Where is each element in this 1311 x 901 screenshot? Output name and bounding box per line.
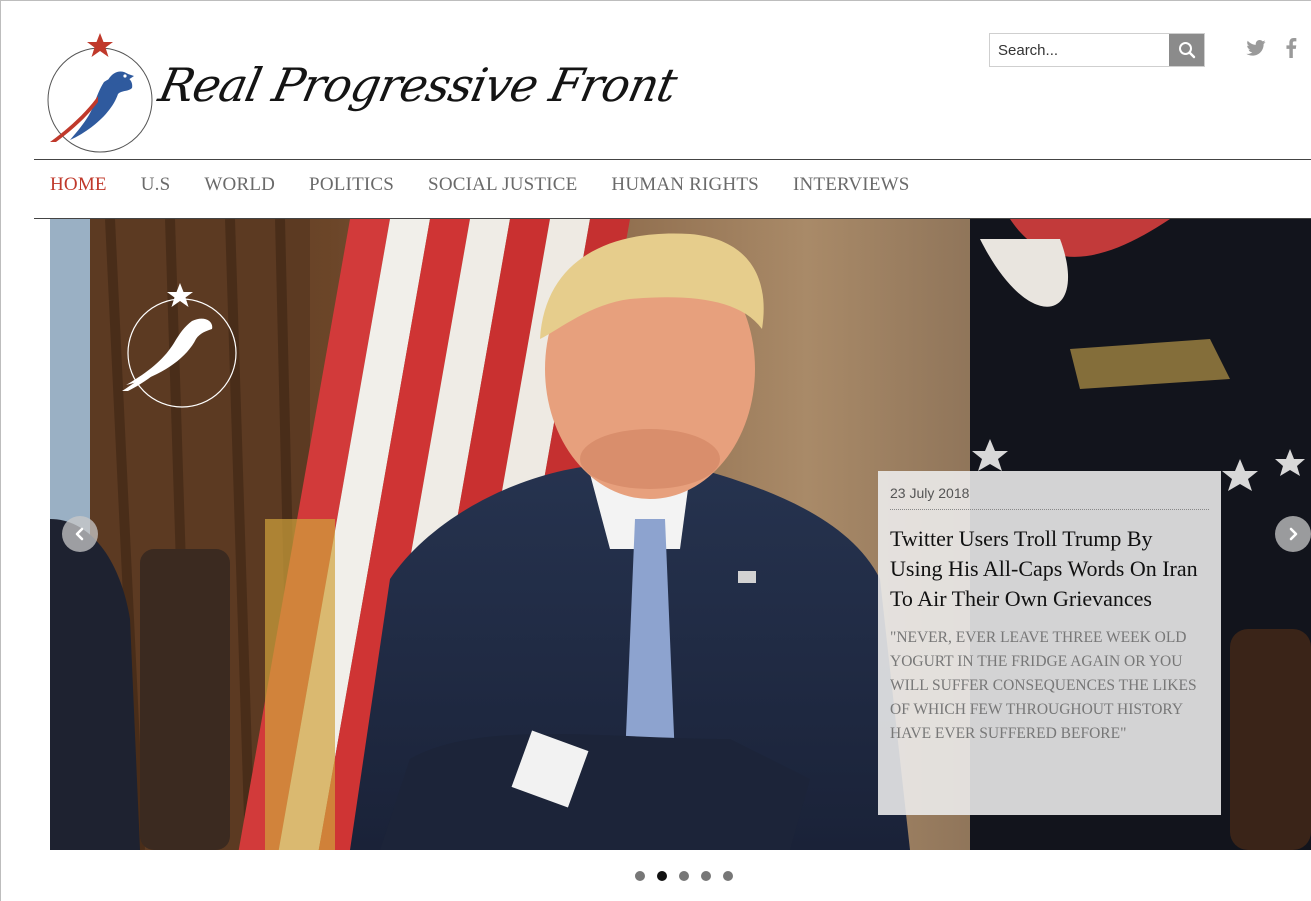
search-button[interactable] [1169, 34, 1204, 66]
nav-item-interviews[interactable]: INTERVIEWS [793, 174, 910, 196]
slider-dot-active[interactable] [657, 871, 667, 881]
facebook-link[interactable] [1280, 36, 1302, 60]
slider-dot[interactable] [701, 871, 711, 881]
header-divider [34, 159, 1311, 160]
facebook-icon [1286, 38, 1297, 58]
nav-item-home[interactable]: HOME [50, 174, 107, 196]
logo-star-icon [87, 33, 113, 57]
hero-slider[interactable]: 23 July 2018 Twitter Users Troll Trump B… [50, 219, 1311, 850]
twitter-link[interactable] [1245, 36, 1267, 60]
twitter-icon [1246, 40, 1266, 56]
wordmark-text: Real Progressive Front [154, 58, 682, 112]
slider-next-button[interactable] [1275, 516, 1311, 552]
chevron-left-icon [75, 527, 84, 541]
caption-excerpt: "NEVER, EVER LEAVE THREE WEEK OLD YOGURT… [890, 629, 1197, 742]
caption-date: 23 July 2018 [890, 485, 1209, 510]
slider-prev-button[interactable] [62, 516, 98, 552]
search-input[interactable] [990, 34, 1170, 66]
slider-dot[interactable] [635, 871, 645, 881]
search-icon [1178, 42, 1195, 59]
search-box [989, 33, 1205, 67]
main-nav: HOME U.S WORLD POLITICS SOCIAL JUSTICE H… [50, 174, 944, 196]
slider-dot[interactable] [679, 871, 689, 881]
watermark-star-icon [167, 283, 193, 307]
slide-caption: 23 July 2018 Twitter Users Troll Trump B… [878, 471, 1221, 815]
caption-title[interactable]: Twitter Users Troll Trump By Using His A… [890, 524, 1209, 614]
nav-item-world[interactable]: WORLD [204, 174, 275, 196]
site-wordmark[interactable]: Real Progressive Front [154, 58, 681, 138]
chevron-right-icon [1289, 527, 1298, 541]
nav-item-human-rights[interactable]: HUMAN RIGHTS [611, 174, 759, 196]
site-logo[interactable] [42, 30, 158, 156]
slider-dot[interactable] [723, 871, 733, 881]
slider-pagination [635, 871, 733, 881]
watermark-logo [122, 283, 237, 408]
nav-item-us[interactable]: U.S [141, 174, 171, 196]
nav-item-politics[interactable]: POLITICS [309, 174, 394, 196]
nav-item-social-justice[interactable]: SOCIAL JUSTICE [428, 174, 577, 196]
